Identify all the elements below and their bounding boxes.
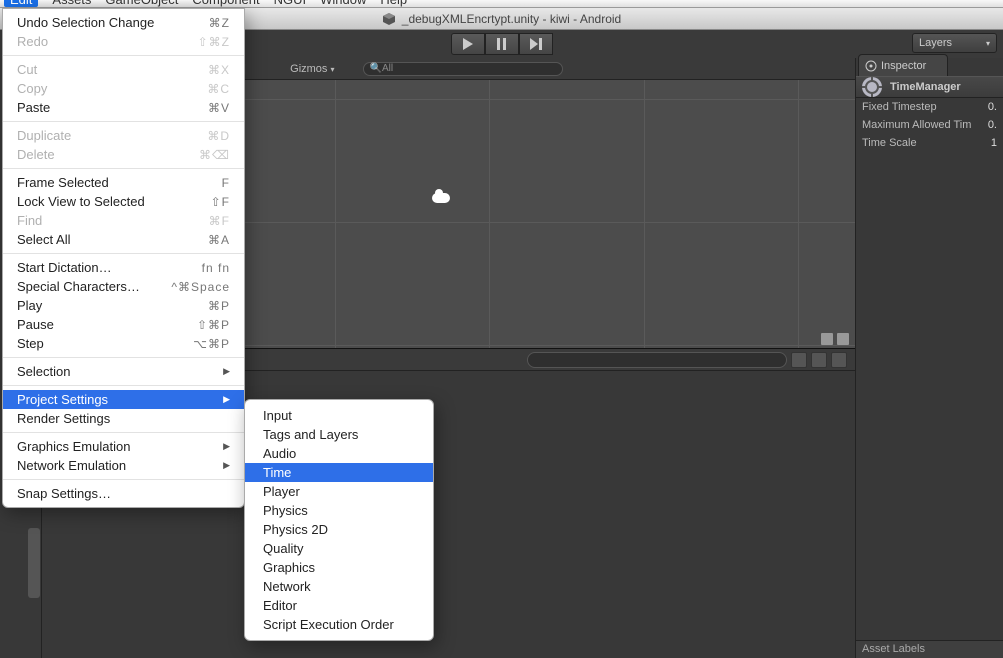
submenu-script-order[interactable]: Script Execution Order <box>245 615 433 634</box>
pause-button[interactable] <box>485 33 519 55</box>
menu-render-settings[interactable]: Render Settings <box>3 409 244 428</box>
menu-copy[interactable]: Copy⌘C <box>3 79 244 98</box>
field-time-scale[interactable]: Time Scale1 <box>856 134 1003 152</box>
submenu-time[interactable]: Time <box>245 463 433 482</box>
submenu-input[interactable]: Input <box>245 406 433 425</box>
menubar-edit[interactable]: Edit <box>4 0 38 7</box>
menu-network-emulation[interactable]: Network Emulation <box>3 456 244 475</box>
menu-lock-view[interactable]: Lock View to Selected⇧F <box>3 192 244 211</box>
component-title: TimeManager <box>890 81 961 93</box>
menubar-ngui[interactable]: NGUI <box>274 0 307 7</box>
menubar-assets[interactable]: Assets <box>52 0 91 7</box>
submenu-player[interactable]: Player <box>245 482 433 501</box>
menu-frame-selected[interactable]: Frame SelectedF <box>3 173 244 192</box>
edit-menu: Undo Selection Change⌘Z Redo⇧⌘Z Cut⌘X Co… <box>2 8 245 508</box>
asset-labels-section: Asset Labels <box>856 640 1003 658</box>
menu-pause[interactable]: Pause⇧⌘P <box>3 315 244 334</box>
menu-graphics-emulation[interactable]: Graphics Emulation <box>3 437 244 456</box>
inspector-tab[interactable]: Inspector <box>858 54 948 76</box>
menu-undo[interactable]: Undo Selection Change⌘Z <box>3 13 244 32</box>
panel-lock-row <box>821 333 851 347</box>
submenu-quality[interactable]: Quality <box>245 539 433 558</box>
panel-menu-icon[interactable] <box>837 333 849 345</box>
inspector-component-header[interactable]: TimeManager <box>856 76 1003 98</box>
field-max-allowed-time[interactable]: Maximum Allowed Tim0. <box>856 116 1003 134</box>
gear-icon <box>860 75 884 99</box>
mac-menubar: Edit Assets GameObject Component NGUI Wi… <box>0 0 1003 8</box>
inspector-icon <box>865 60 877 72</box>
menu-paste[interactable]: Paste⌘V <box>3 98 244 117</box>
menubar-gameobject[interactable]: GameObject <box>105 0 178 7</box>
play-button[interactable] <box>451 33 485 55</box>
submenu-network[interactable]: Network <box>245 577 433 596</box>
unity-icon <box>382 12 396 26</box>
scene-search[interactable]: 🔍All <box>363 62 563 76</box>
project-search[interactable] <box>527 352 787 368</box>
lock-icon[interactable] <box>821 333 833 345</box>
step-button[interactable] <box>519 33 553 55</box>
submenu-editor[interactable]: Editor <box>245 596 433 615</box>
inspector-tab-label: Inspector <box>881 60 926 72</box>
scene-gizmo-icon <box>432 193 450 203</box>
inspector-panel: Inspector TimeManager Fixed Timestep0. M… <box>855 58 1003 658</box>
menu-redo[interactable]: Redo⇧⌘Z <box>3 32 244 51</box>
filter-icon-2[interactable] <box>811 352 827 368</box>
menu-select-all[interactable]: Select All⌘A <box>3 230 244 249</box>
favorite-icon[interactable] <box>831 352 847 368</box>
menu-play[interactable]: Play⌘P <box>3 296 244 315</box>
menubar-window[interactable]: Window <box>320 0 366 7</box>
menu-find[interactable]: Find⌘F <box>3 211 244 230</box>
menu-start-dictation[interactable]: Start Dictation…fn fn <box>3 258 244 277</box>
filter-icon[interactable] <box>791 352 807 368</box>
menu-duplicate[interactable]: Duplicate⌘D <box>3 126 244 145</box>
menu-step[interactable]: Step⌥⌘P <box>3 334 244 353</box>
menu-snap-settings[interactable]: Snap Settings… <box>3 484 244 503</box>
submenu-audio[interactable]: Audio <box>245 444 433 463</box>
gizmos-dropdown[interactable]: Gizmos ▾ <box>290 63 334 75</box>
layers-dropdown[interactable]: Layers▾ <box>912 33 997 53</box>
layers-label: Layers <box>919 37 952 49</box>
menubar-help[interactable]: Help <box>380 0 407 7</box>
window-title: _debugXMLEncrtypt.unity - kiwi - Android <box>402 12 621 26</box>
project-settings-submenu: Input Tags and Layers Audio Time Player … <box>244 399 434 641</box>
menubar-component[interactable]: Component <box>192 0 259 7</box>
submenu-physics2d[interactable]: Physics 2D <box>245 520 433 539</box>
submenu-graphics[interactable]: Graphics <box>245 558 433 577</box>
hierarchy-scrollbar[interactable] <box>28 528 40 598</box>
submenu-tags[interactable]: Tags and Layers <box>245 425 433 444</box>
menu-cut[interactable]: Cut⌘X <box>3 60 244 79</box>
menu-special-chars[interactable]: Special Characters…^⌘Space <box>3 277 244 296</box>
menu-project-settings[interactable]: Project Settings <box>3 390 244 409</box>
menu-selection[interactable]: Selection <box>3 362 244 381</box>
menu-delete[interactable]: Delete⌘⌫ <box>3 145 244 164</box>
field-fixed-timestep[interactable]: Fixed Timestep0. <box>856 98 1003 116</box>
submenu-physics[interactable]: Physics <box>245 501 433 520</box>
